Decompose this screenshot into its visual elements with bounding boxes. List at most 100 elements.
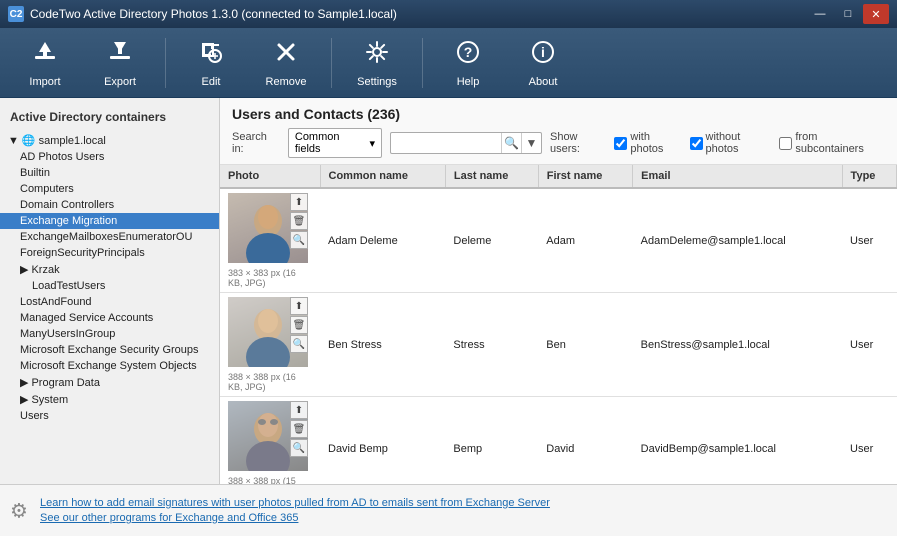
bottom-link-1[interactable]: Learn how to add email signatures with u… [40,497,881,509]
panel-title: Users and Contacts (236) [232,106,885,122]
photo-search-1[interactable]: 🔍 [290,231,308,249]
svg-text:?: ? [464,44,473,60]
table-row[interactable]: ⬆ 🗑 🔍 383 × 383 px (16 KB, JPG) Adam Del… [220,188,897,293]
settings-button[interactable]: Settings [342,33,412,93]
show-users-label: Show users: [550,131,608,155]
photo-search-3[interactable]: 🔍 [290,439,308,457]
tree-label-root: sample1.local [39,135,106,147]
tree-label-dc: Domain Controllers [20,199,114,211]
tree-item-manyusers[interactable]: ManyUsersInGroup [0,326,219,342]
search-field-dropdown[interactable]: Common fields ▾ [288,128,382,158]
tree-label-computers: Computers [20,183,74,195]
tree-item-adphotos[interactable]: AD Photos Users [0,149,219,165]
subcontainers-label: from subcontainers [795,131,885,155]
export-button[interactable]: Export [85,33,155,93]
photo-upload-2[interactable]: ⬆ [290,297,308,315]
table-row[interactable]: ⬆ 🗑 🔍 388 × 388 px (16 KB, JPG) Ben Stre… [220,293,897,397]
first-name-3: David [538,397,632,485]
tree-arrow-system: ▶ [20,393,28,406]
tree-label-loadtest: LoadTestUsers [32,280,105,292]
col-first-name: First name [538,165,632,188]
tree-label-exchange: Exchange Migration [20,215,117,227]
search-input[interactable] [391,135,501,151]
search-filter-icon[interactable]: ▼ [521,133,541,153]
photo-cell-1: ⬆ 🗑 🔍 383 × 383 px (16 KB, JPG) [220,188,320,293]
first-name-1: Adam [538,188,632,293]
search-field-value: Common fields [295,131,366,155]
photo-upload-1[interactable]: ⬆ [290,193,308,211]
tree-item-dc[interactable]: Domain Controllers [0,197,219,213]
tree-item-builtin[interactable]: Builtin [0,165,219,181]
photo-actions-2: ⬆ 🗑 🔍 [290,297,308,353]
photo-upload-3[interactable]: ⬆ [290,401,308,419]
without-photos-checkbox[interactable] [690,137,703,150]
common-name-2: Ben Stress [320,293,445,397]
edit-button[interactable]: Edit [176,33,246,93]
last-name-3: Bemp [445,397,538,485]
about-icon: i [529,38,557,72]
tree-item-mssystem[interactable]: Microsoft Exchange System Objects [0,358,219,374]
tree-item-root[interactable]: ▼ 🌐 sample1.local [0,132,219,149]
import-icon [31,38,59,72]
tree-label-builtin: Builtin [20,167,50,179]
tree-arrow-root: ▼ [8,135,19,147]
tree-label-users: Users [20,410,49,422]
photo-delete-1[interactable]: 🗑 [290,212,308,230]
maximize-button[interactable]: □ [835,4,861,24]
search-go-button[interactable]: 🔍 [501,133,521,153]
tree-item-mailboxes[interactable]: ExchangeMailboxesEnumeratorOU [0,229,219,245]
tree-item-lostandfound[interactable]: LostAndFound [0,294,219,310]
with-photos-checkbox[interactable] [614,137,627,150]
help-icon: ? [454,38,482,72]
import-button[interactable]: Import [10,33,80,93]
toolbar-sep-2 [331,38,332,88]
tree-arrow-programdata: ▶ [20,376,28,389]
without-photos-checkbox-group[interactable]: without photos [690,131,774,155]
tree-label-system: System [31,394,68,406]
photo-delete-3[interactable]: 🗑 [290,420,308,438]
last-name-2: Stress [445,293,538,397]
search-input-wrap: 🔍 ▼ [390,132,542,154]
email-3: DavidBemp@sample1.local [633,397,842,485]
tree-item-exchange[interactable]: Exchange Migration [0,213,219,229]
tree-item-computers[interactable]: Computers [0,181,219,197]
tree-item-users[interactable]: Users [0,408,219,424]
photo-search-2[interactable]: 🔍 [290,335,308,353]
tree-label-managed: Managed Service Accounts [20,312,153,324]
tree-label-foreign: ForeignSecurityPrincipals [20,247,145,259]
table-row[interactable]: ⬆ 🗑 🔍 388 × 388 px (15 KB, JPG) David Be… [220,397,897,485]
tree-item-msexchange[interactable]: Microsoft Exchange Security Groups [0,342,219,358]
minimize-button[interactable]: — [807,4,833,24]
bottom-link-2[interactable]: See our other programs for Exchange and … [40,512,881,524]
about-button[interactable]: i About [508,33,578,93]
subcontainers-checkbox-group[interactable]: from subcontainers [779,131,885,155]
first-name-2: Ben [538,293,632,397]
col-last-name: Last name [445,165,538,188]
help-button[interactable]: ? Help [433,33,503,93]
app-icon: C2 [8,6,24,22]
tree-item-programdata[interactable]: ▶ Program Data [0,374,219,391]
tree-item-managed[interactable]: Managed Service Accounts [0,310,219,326]
with-photos-checkbox-group[interactable]: with photos [614,131,683,155]
export-icon [106,38,134,72]
type-2: User [842,293,896,397]
left-panel-title: Active Directory containers [0,106,219,132]
col-type: Type [842,165,896,188]
close-button[interactable]: ✕ [863,4,889,24]
tree-label-manyusers: ManyUsersInGroup [20,328,115,340]
photo-info-3: 388 × 388 px (15 KB, JPG) [228,476,312,484]
title-bar: C2 CodeTwo Active Directory Photos 1.3.0… [0,0,897,28]
subcontainers-checkbox[interactable] [779,137,792,150]
toolbar: Import Export Edit [0,28,897,98]
tree-item-system[interactable]: ▶ System [0,391,219,408]
remove-button[interactable]: Remove [251,33,321,93]
tree-label-krzak: Krzak [31,264,59,276]
tree-item-krzak[interactable]: ▶ Krzak [0,261,219,278]
bottom-bar: ⚙ Learn how to add email signatures with… [0,484,897,536]
tree-item-loadtest[interactable]: LoadTestUsers [0,278,219,294]
tree-arrow-krzak: ▶ [20,263,28,276]
photo-info-1: 383 × 383 px (16 KB, JPG) [228,268,312,288]
photo-delete-2[interactable]: 🗑 [290,316,308,334]
tree-item-foreign[interactable]: ForeignSecurityPrincipals [0,245,219,261]
users-table-wrap[interactable]: Photo Common name Last name First name E… [220,165,897,484]
